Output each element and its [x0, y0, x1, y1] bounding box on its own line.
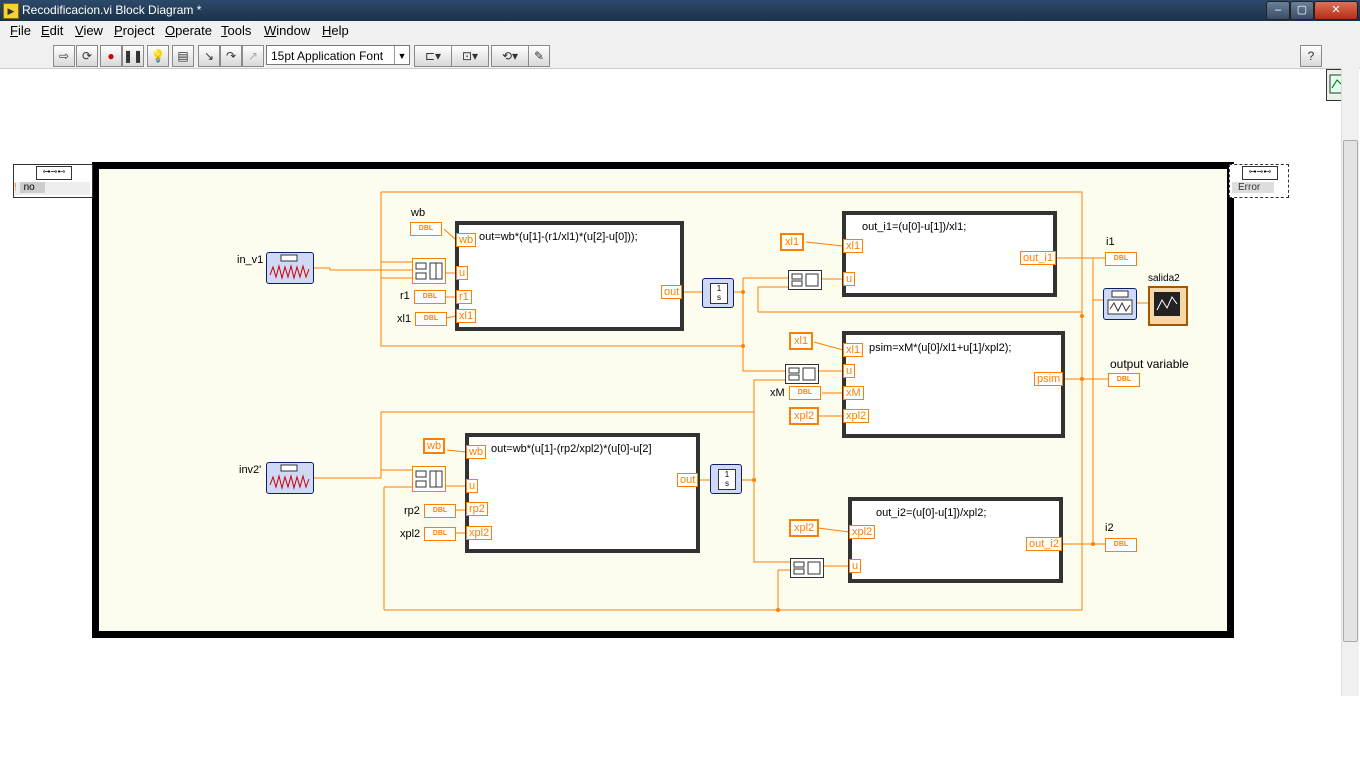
formula-node-1[interactable]: out=wb*(u[1]-(r1/xl1)*(u[2]-u[0]));: [455, 221, 684, 331]
integrator-denominator: s: [725, 479, 729, 488]
integrator-node-2[interactable]: 1s: [710, 464, 742, 494]
waveform-builder-node[interactable]: [1103, 288, 1137, 320]
rp2-label: rp2: [404, 505, 420, 517]
build-array-icon: [415, 262, 443, 280]
xl1-dbl-constant[interactable]: DBL: [415, 312, 447, 326]
formula-4-output[interactable]: psim: [1034, 372, 1064, 386]
formula-4-input-xpl2[interactable]: xpl2: [843, 409, 870, 423]
formula-4-input-xm[interactable]: xM: [843, 386, 864, 400]
salida2-graph-indicator[interactable]: [1148, 286, 1188, 326]
formula-2-input-xpl2[interactable]: xpl2: [466, 526, 493, 540]
inv2-label: inv2': [239, 464, 262, 476]
formula-1-input-xl1[interactable]: xl1: [456, 309, 477, 323]
salida2-label: salida2: [1148, 273, 1180, 284]
formula-1-input-r1[interactable]: r1: [456, 290, 472, 304]
formula-node-4[interactable]: psim=xM*(u[0]/xl1+u[1]/xpl2);: [842, 331, 1065, 438]
integrator-denominator: s: [717, 293, 721, 302]
build-array-icon: [788, 367, 816, 381]
formula-5-input-u[interactable]: u: [849, 559, 862, 573]
formula-2-expression: out=wb*(u[1]-(rp2/xpl2)*(u[0]-u[2]: [491, 443, 652, 455]
waveform-icon: [269, 254, 310, 280]
formula-node-2[interactable]: out=wb*(u[1]-(rp2/xpl2)*(u[0]-u[2]: [465, 433, 700, 553]
xm-label: xM: [770, 387, 785, 399]
formula-2-input-wb[interactable]: wb: [466, 445, 487, 459]
xl1-label: xl1: [397, 313, 412, 325]
output-variable-indicator[interactable]: DBL: [1108, 373, 1140, 387]
in-v1-waveform-terminal[interactable]: [266, 252, 314, 284]
build-array-node-5[interactable]: [790, 558, 824, 578]
wb-constant-2[interactable]: wb: [423, 438, 446, 454]
formula-3-output[interactable]: out_i1: [1020, 251, 1056, 265]
integrator-numerator: 1: [716, 284, 722, 293]
wb-dbl-constant[interactable]: DBL: [410, 222, 442, 236]
formula-5-input-xpl2[interactable]: xpl2: [849, 525, 876, 539]
i2-indicator[interactable]: DBL: [1105, 538, 1137, 552]
graph-icon: [1154, 292, 1180, 316]
i1-label: i1: [1106, 236, 1115, 248]
formula-1-expression: out=wb*(u[1]-(r1/xl1)*(u[2]-u[0]));: [479, 231, 638, 243]
integrator-numerator: 1: [724, 470, 730, 479]
formula-3-input-u[interactable]: u: [843, 272, 856, 286]
build-array-icon: [791, 273, 819, 287]
build-array-node-4[interactable]: [785, 364, 819, 384]
xl1-constant-b[interactable]: xl1: [789, 332, 814, 350]
wire-layer: [313, 191, 1148, 612]
xpl2-label: xpl2: [400, 528, 421, 540]
integrator-icon: 1s: [710, 283, 728, 304]
build-array-icon: [415, 470, 443, 488]
i1-dbl-type: DBL: [1113, 255, 1129, 262]
build-array-node-3[interactable]: [788, 270, 822, 290]
i2-dbl-type: DBL: [1113, 541, 1129, 548]
formula-2-input-rp2[interactable]: rp2: [466, 502, 488, 516]
formula-5-expression: out_i2=(u[0]-u[1])/xpl2;: [876, 507, 987, 519]
xpl2-constant-a[interactable]: xpl2: [789, 407, 820, 425]
formula-2-output[interactable]: out: [677, 473, 699, 487]
i2-label: i2: [1105, 522, 1114, 534]
r1-label: r1: [400, 290, 410, 302]
in-v1-label: in_v1: [237, 254, 264, 266]
xpl2-dbl-constant[interactable]: DBL: [424, 527, 456, 541]
build-array-node-1[interactable]: [412, 258, 446, 284]
formula-2-input-u[interactable]: u: [466, 479, 479, 493]
i1-indicator[interactable]: DBL: [1105, 252, 1137, 266]
formula-1-output[interactable]: out: [661, 285, 683, 299]
integrator-node-1[interactable]: 1s: [702, 278, 734, 308]
formula-5-output[interactable]: out_i2: [1026, 537, 1062, 551]
wb-label: wb: [411, 207, 426, 219]
xpl2-constant-b[interactable]: xpl2: [789, 519, 820, 537]
xm-dbl-constant[interactable]: DBL: [789, 386, 821, 400]
formula-4-input-xl1[interactable]: xl1: [843, 343, 864, 357]
inv2-waveform-terminal[interactable]: [266, 462, 314, 494]
formula-1-input-wb[interactable]: wb: [456, 233, 477, 247]
build-waveform-icon: [1107, 290, 1133, 315]
build-array-node-2[interactable]: [412, 466, 446, 492]
waveform-icon: [269, 464, 310, 490]
formula-4-expression: psim=xM*(u[0]/xl1+u[1]/xpl2);: [869, 342, 1012, 354]
formula-4-input-u[interactable]: u: [843, 364, 856, 378]
output-variable-dbl-type: DBL: [1116, 376, 1132, 383]
r1-dbl-constant[interactable]: DBL: [414, 290, 446, 304]
build-array-icon: [793, 561, 821, 575]
formula-1-input-u[interactable]: u: [456, 266, 469, 280]
formula-3-input-xl1[interactable]: xl1: [843, 239, 864, 253]
xl1-constant-a[interactable]: xl1: [780, 233, 805, 251]
integrator-icon: 1s: [718, 469, 736, 490]
formula-3-expression: out_i1=(u[0]-u[1])/xl1;: [862, 221, 967, 233]
output-variable-label: output variable: [1110, 357, 1189, 371]
rp2-dbl-constant[interactable]: DBL: [424, 504, 456, 518]
